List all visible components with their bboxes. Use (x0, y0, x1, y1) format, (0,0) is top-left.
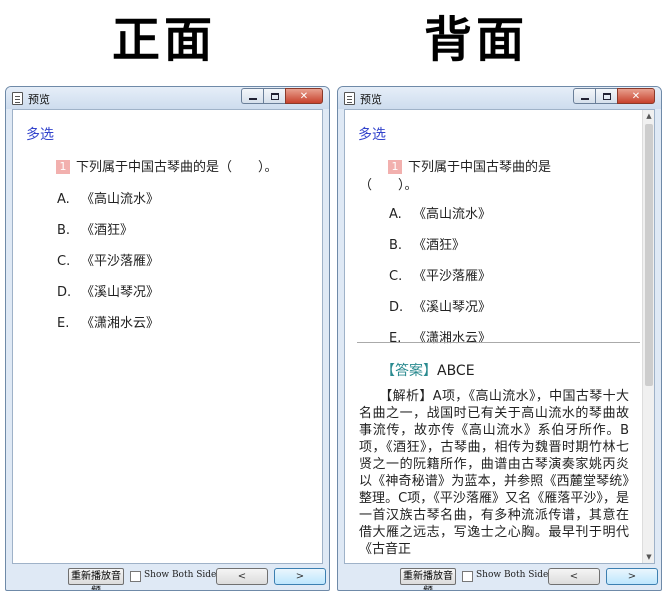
show-both-sides-label: Show Both Sides (144, 570, 222, 580)
question-number-badge: 1 (56, 160, 70, 174)
show-both-sides-label: Show Both Sides (476, 570, 554, 580)
maximize-icon (602, 92, 611, 100)
replay-audio-button[interactable]: 重新播放音频 (400, 568, 456, 590)
option-a: A. 《高山流水》 (57, 192, 160, 207)
window-title: 预览 (360, 93, 382, 106)
back-preview-window: 预览 ✕ 多选 1 下列属于中国古琴曲的是 （ ）。 A. 《高山流水》 B. 《酒狂… (337, 86, 662, 591)
front-preview-window: 预览 ✕ 多选 1 下列属于中国古琴曲的是（ ）。 A. 《高山流水》 B. 《酒狂》… (5, 86, 330, 591)
next-button[interactable]: > (274, 568, 326, 585)
question-number-badge: 1 (388, 160, 402, 174)
analysis-paragraph: 【解析】A项，《高山流水》，中国古琴十大名曲之一，战国时已有关于高山流水的琴曲故… (359, 388, 629, 558)
option-c: C. 《平沙落雁》 (389, 269, 492, 284)
minimize-icon (248, 98, 257, 100)
option-e: E. 《潇湘水云》 (389, 331, 492, 346)
option-b: B. 《酒狂》 (57, 223, 134, 238)
question-type: 多选 (26, 127, 54, 143)
close-button[interactable]: ✕ (617, 88, 655, 104)
analysis-text: A项，《高山流水》，中国古琴十大名曲之一，战国时已有关于高山流水的琴曲故事流传，… (359, 389, 629, 557)
replay-audio-button[interactable]: 重新播放音频 (68, 568, 124, 590)
option-d: D. 《溪山琴况》 (57, 285, 160, 300)
maximize-icon (270, 92, 279, 100)
card-back-content: 多选 1 下列属于中国古琴曲的是 （ ）。 A. 《高山流水》 B. 《酒狂》 C. 《… (344, 109, 655, 564)
show-both-sides-checkbox[interactable] (462, 571, 473, 582)
option-a: A. 《高山流水》 (389, 207, 492, 222)
maximize-button[interactable] (595, 88, 617, 104)
scroll-up-icon[interactable]: ▲ (643, 110, 654, 122)
answer-value: ABCE (437, 363, 475, 379)
previous-button[interactable]: < (216, 568, 268, 585)
app-icon (344, 92, 355, 105)
question-type: 多选 (358, 127, 386, 143)
option-c: C. 《平沙落雁》 (57, 254, 160, 269)
scrollbar-thumb[interactable] (645, 124, 653, 386)
footer-bar: 重新播放音频 Show Both Sides < > (338, 564, 661, 590)
option-e: E. 《潇湘水云》 (57, 316, 160, 331)
question-stem-row: 1 下列属于中国古琴曲的是 (388, 156, 551, 175)
answer-label: 【答案】 (381, 363, 437, 379)
option-d: D. 《溪山琴况》 (389, 300, 492, 315)
minimize-button[interactable] (241, 88, 263, 104)
back-heading: 背面 (424, 12, 529, 68)
show-both-sides-checkbox[interactable] (130, 571, 141, 582)
close-icon: ✕ (631, 90, 641, 102)
window-title: 预览 (28, 93, 50, 106)
card-front-content: 多选 1 下列属于中国古琴曲的是（ ）。 A. 《高山流水》 B. 《酒狂》 C. 《平… (12, 109, 323, 564)
maximize-button[interactable] (263, 88, 285, 104)
title-bar[interactable]: 预览 ✕ (338, 87, 661, 109)
answer-line: 【答案】ABCE (381, 360, 475, 380)
close-button[interactable]: ✕ (285, 88, 323, 104)
minimize-button[interactable] (573, 88, 595, 104)
previous-button[interactable]: < (548, 568, 600, 585)
close-icon: ✕ (299, 90, 309, 102)
app-icon (12, 92, 23, 105)
title-bar[interactable]: 预览 ✕ (6, 87, 329, 109)
window-controls: ✕ (573, 88, 655, 104)
footer-bar: 重新播放音频 Show Both Sides < > (6, 564, 329, 590)
question-stem: 下列属于中国古琴曲的是（ ）。 (76, 160, 278, 175)
vertical-scrollbar[interactable]: ▲ ▼ (642, 110, 654, 563)
minimize-icon (580, 98, 589, 100)
window-controls: ✕ (241, 88, 323, 104)
answer-divider (357, 342, 640, 343)
option-b: B. 《酒狂》 (389, 238, 466, 253)
question-stem-row: 1 下列属于中国古琴曲的是（ ）。 (56, 156, 278, 175)
question-stem-line-1: 下列属于中国古琴曲的是 (408, 160, 552, 175)
scroll-down-icon[interactable]: ▼ (643, 551, 654, 563)
question-stem-line-2: （ ）。 (359, 178, 418, 193)
front-heading: 正面 (112, 12, 217, 68)
analysis-label: 【解析】 (385, 389, 433, 404)
next-button[interactable]: > (606, 568, 658, 585)
